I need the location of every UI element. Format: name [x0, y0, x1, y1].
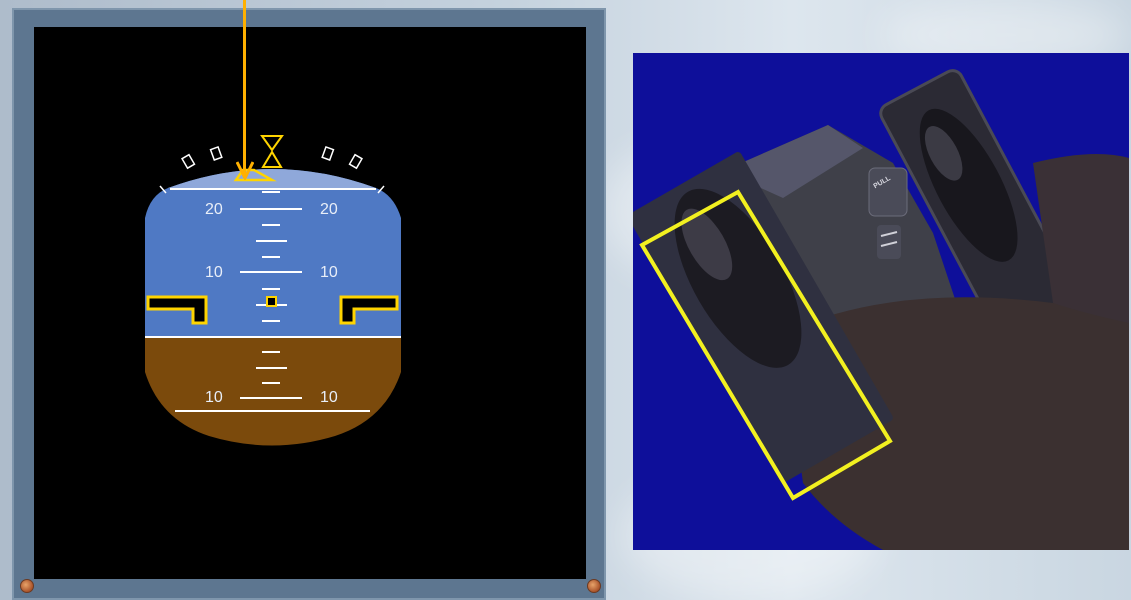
sky-pointer-icon: [260, 135, 284, 152]
pitch-label-down10-left: 10: [205, 389, 223, 406]
pitch-label-up10-left: 10: [205, 264, 223, 281]
rudder-pedal-illustration: PULL: [633, 69, 1129, 550]
roll-index-icon: [261, 150, 283, 168]
pitch-label-down10-right: 10: [320, 389, 338, 406]
attitude-indicator: 20 20 10 10 10 10: [145, 135, 401, 446]
pitch-label-up10-right: 10: [320, 264, 338, 281]
callout-pointer-line: [243, 0, 246, 178]
pitch-label-up20-right: 20: [320, 201, 338, 218]
callout-arrow-icon: [236, 161, 254, 180]
rudder-pedal-view: PULL: [633, 53, 1129, 550]
aircraft-center-dot: [266, 296, 277, 307]
ground-area: [145, 337, 401, 446]
pitch-label-up20-left: 20: [205, 201, 223, 218]
